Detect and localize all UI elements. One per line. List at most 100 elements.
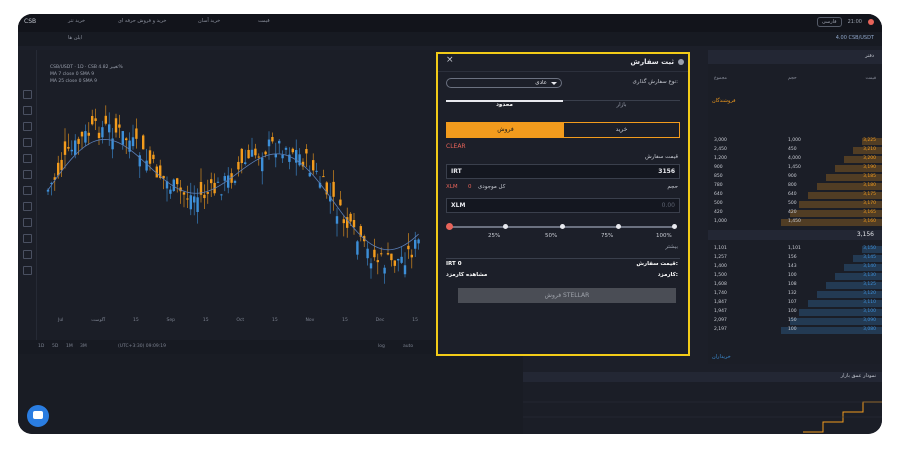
pct-50[interactable]: 50%: [545, 233, 557, 239]
menu-item-easy-buy[interactable]: خرید آسان: [198, 18, 220, 24]
notification-icon[interactable]: [868, 19, 874, 25]
order-book-row[interactable]: 1,000 1,450 3,160: [708, 219, 882, 226]
order-book-row[interactable]: 640 640 3,175: [708, 192, 882, 199]
order-book-row[interactable]: 1,740 132 3,120: [708, 291, 882, 298]
order-book-row[interactable]: 500 500 3,170: [708, 201, 882, 208]
lock-icon[interactable]: [23, 234, 32, 243]
zoom-icon[interactable]: [23, 202, 32, 211]
close-icon[interactable]: ×: [446, 55, 454, 65]
crosshair-icon[interactable]: [23, 90, 32, 99]
order-book-row[interactable]: 1,257 156 3,145: [708, 255, 882, 262]
range-1d[interactable]: 1D: [38, 344, 44, 349]
order-book-header: دفتر: [708, 50, 882, 64]
volume-input[interactable]: XLM 0.00: [446, 198, 680, 213]
slider-tick[interactable]: [672, 224, 677, 229]
order-book-row[interactable]: 1,947 100 3,100: [708, 309, 882, 316]
candle-body: [169, 189, 172, 194]
candle-body: [305, 149, 308, 154]
order-book-row[interactable]: 420 420 3,165: [708, 210, 882, 217]
fee-link[interactable]: مشاهده کارمزد: [446, 272, 487, 278]
order-book-cell: 3,185: [863, 174, 876, 179]
chat-support-icon[interactable]: [27, 405, 49, 427]
tab-limit[interactable]: محدود: [446, 102, 563, 108]
pct-75[interactable]: 75%: [601, 233, 613, 239]
order-type-label: نوع سفارش گذاری:: [632, 79, 678, 85]
menu-item-price[interactable]: قیمت: [258, 18, 270, 24]
tab-market[interactable]: بازار: [563, 102, 680, 108]
clear-button[interactable]: CLEAR: [446, 143, 466, 150]
more-link[interactable]: بیشتر: [665, 244, 678, 250]
depth-chart: [523, 401, 882, 433]
candlestick-plot[interactable]: [38, 70, 433, 310]
slider-tick[interactable]: [560, 224, 565, 229]
candle-body: [186, 198, 189, 200]
price-input[interactable]: IRT 3156: [446, 164, 680, 179]
ruler-icon[interactable]: [23, 186, 32, 195]
submit-sell-button[interactable]: فروش STELLAR: [458, 288, 676, 303]
candle-body: [332, 181, 335, 197]
candle-body: [284, 147, 288, 150]
slider-handle[interactable]: [446, 223, 453, 230]
brand-logo[interactable]: CSB: [24, 18, 36, 25]
order-book-row[interactable]: 900 1,450 3,190: [708, 165, 882, 172]
price-chart[interactable]: CSB/USDT · 1D · CSB تغییر 4.82% MA 7 clo…: [18, 50, 436, 340]
menu-item-tether[interactable]: خرید تتر: [68, 18, 85, 24]
fib-icon[interactable]: [23, 122, 32, 131]
order-book-row[interactable]: 1,608 108 3,125: [708, 282, 882, 289]
asks-label: فروشندگان: [712, 98, 736, 104]
buy-button[interactable]: خرید: [564, 123, 679, 137]
order-book-row[interactable]: 1,847 107 3,110: [708, 300, 882, 307]
log-toggle[interactable]: log: [378, 344, 385, 349]
order-book-row[interactable]: 1,101 1,101 3,150: [708, 246, 882, 253]
candle-body: [101, 127, 104, 138]
x-tick: 15: [132, 318, 139, 323]
eye-icon[interactable]: [23, 250, 32, 259]
language-select[interactable]: فارسی: [816, 17, 842, 27]
order-modal: × ثبت سفارش نوع سفارش گذاری: عادی محدود …: [436, 52, 690, 356]
brush-icon[interactable]: [23, 138, 32, 147]
order-type-select[interactable]: عادی: [446, 78, 562, 88]
order-type-value: عادی: [535, 80, 547, 86]
order-book-cell: 3,160: [863, 219, 876, 224]
order-book-row[interactable]: 780 800 3,180: [708, 183, 882, 190]
candle-body: [376, 260, 379, 263]
order-book-row[interactable]: 1,500 100 3,130: [708, 273, 882, 280]
range-1m[interactable]: 1M: [66, 344, 73, 349]
amount-slider[interactable]: [446, 223, 677, 230]
order-book-row[interactable]: 850 900 3,185: [708, 174, 882, 181]
order-book-cell: 108: [788, 282, 797, 287]
range-5d[interactable]: 5D: [52, 344, 58, 349]
balance-value: 0: [468, 184, 472, 190]
order-book-row[interactable]: 2,450 450 3,210: [708, 147, 882, 154]
candle-body: [145, 160, 148, 171]
range-3m[interactable]: 3M: [80, 344, 87, 349]
order-book-row[interactable]: 2,197 100 3,080: [708, 327, 882, 334]
tab-list[interactable]: ایلن ها: [68, 35, 82, 41]
volume-label: حجم: [667, 184, 678, 190]
order-book-row[interactable]: 1,400 143 3,140: [708, 264, 882, 271]
volume-placeholder: 0.00: [661, 202, 675, 209]
slider-tick[interactable]: [503, 224, 508, 229]
candle-body: [131, 137, 135, 147]
candle-body: [210, 179, 213, 184]
divider: [438, 71, 688, 72]
pct-25[interactable]: 25%: [488, 233, 500, 239]
text-icon[interactable]: [23, 154, 32, 163]
chart-timeframe-bar: 1D 5D 1M 3M (UTC+3:30) 09:09:19 log auto: [18, 340, 436, 354]
menu-item-pro-trade[interactable]: خرید و فروش حرفه ای: [118, 18, 167, 24]
candle-body: [322, 176, 325, 178]
pattern-icon[interactable]: [23, 170, 32, 179]
order-book-row[interactable]: 1,200 4,000 3,200: [708, 156, 882, 163]
magnet-icon[interactable]: [23, 218, 32, 227]
x-tick: 15: [412, 318, 418, 323]
order-book-row[interactable]: 3,000 1,000 3,225: [708, 138, 882, 145]
sell-button[interactable]: فروش: [447, 123, 564, 137]
auto-toggle[interactable]: auto: [403, 344, 413, 349]
trash-icon[interactable]: [23, 266, 32, 275]
slider-tick[interactable]: [616, 224, 621, 229]
order-book-row[interactable]: 2,097 150 3,090: [708, 318, 882, 325]
candle-body: [410, 254, 413, 258]
pct-100[interactable]: 100%: [656, 233, 672, 239]
order-book-cell: 780: [714, 183, 723, 188]
trendline-icon[interactable]: [23, 106, 32, 115]
